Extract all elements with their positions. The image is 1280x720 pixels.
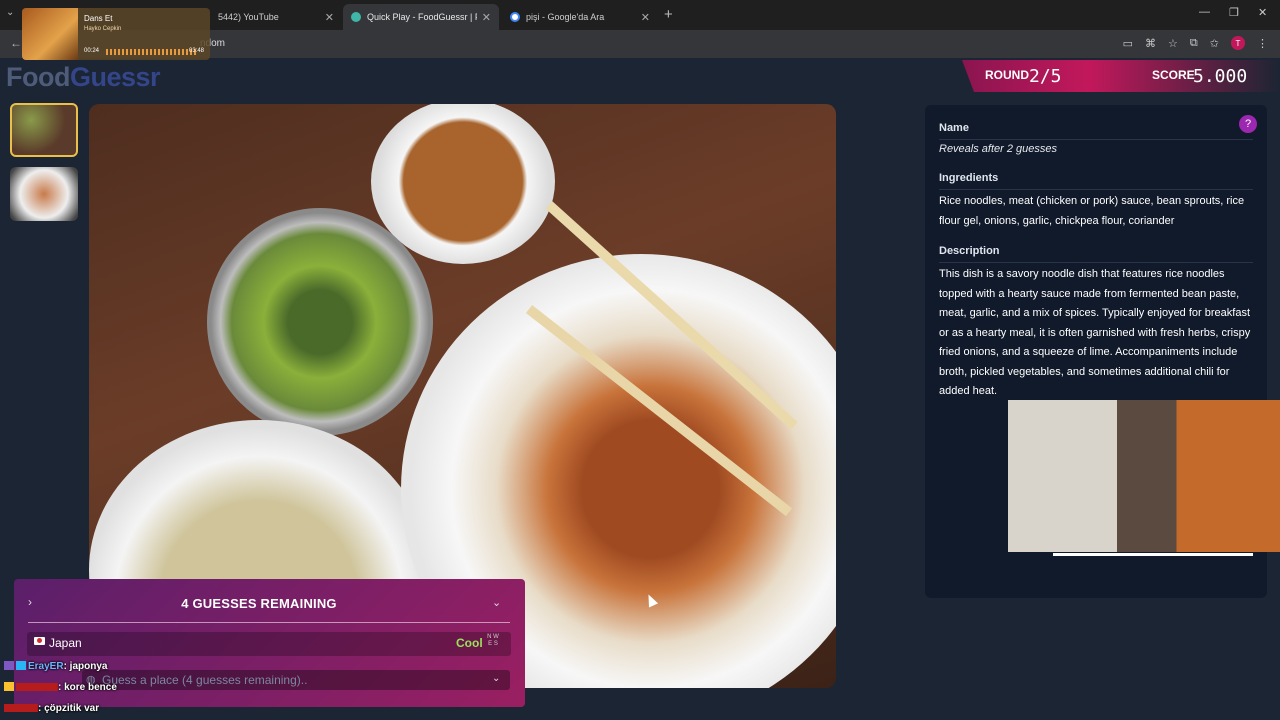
back-arrow-icon[interactable]: ← [10,36,22,50]
guess-hint: Cool [456,636,483,650]
toolbar-icons: ▭ ⌘ ☆ ⧉ ✩ T ⋮ [1123,36,1268,50]
chat-username: ErayER [28,661,64,672]
logo-part-food: Food [6,62,70,92]
round-label: ROUND [985,68,1029,82]
round-value: 2/5 [1029,66,1062,87]
name-value: Reveals after 2 guesses [939,143,1058,155]
chat-message: ErayER: japonya [4,661,107,672]
description-text: This dish is a savory noodle dish that f… [939,268,1251,397]
divider [28,622,510,623]
music-overlay: Dans Et Hayko Cepkin 00:24 03:48 [22,8,210,60]
extensions-icon[interactable]: ⧉ [1190,37,1198,50]
song-title: Dans Et [84,14,113,23]
chat-text: : kore bence [58,682,117,693]
bookmark-star-icon[interactable]: ☆ [1168,37,1178,50]
album-art [22,8,78,60]
close-icon[interactable]: ✕ [641,11,650,24]
score-value: 5.000 [1193,66,1248,87]
window-close-icon[interactable]: ✕ [1258,6,1267,19]
install-app-icon[interactable]: ▭ [1123,37,1133,50]
tab-label: Quick Play - FoodGuessr | Food [367,12,477,22]
chat-badge-icon [4,661,14,670]
webcam-bar [1053,553,1253,556]
tab-youtube[interactable]: 5442) YouTube ✕ [210,4,342,30]
compass-icon: N W E S [487,634,499,647]
name-heading: Name [939,122,969,134]
divider [939,262,1253,263]
translate-icon[interactable]: ⌘ [1145,37,1156,50]
elapsed-time: 00:24 [84,48,100,54]
divider [939,189,1253,190]
pickles-bowl [207,208,433,436]
ingredients-heading: Ingredients [939,172,999,184]
japan-flag-icon [34,637,45,645]
tab-search-icon[interactable]: ⌄ [6,7,14,18]
tab-label: 5442) YouTube [218,12,279,22]
duration-time: 03:48 [188,48,204,54]
song-artist: Hayko Cepkin [84,26,122,32]
foodguessr-favicon-icon [351,12,361,22]
logo-part-guessr: Guessr [69,62,161,92]
tab-google[interactable]: pişi - Google'da Ara ✕ [502,4,658,30]
menu-dots-icon[interactable]: ⋮ [1257,37,1268,50]
description-heading: Description [939,245,1000,257]
chat-username-obscured [16,683,58,691]
foodguessr-logo: FoodGuessr [6,62,161,93]
tab-label: pişi - Google'da Ara [526,12,605,22]
favorites-icon[interactable]: ✩ [1210,37,1219,50]
new-tab-icon[interactable]: + [664,6,673,23]
chat-text: : çöpzitik var [38,703,100,714]
food-thumbnail-1[interactable] [10,103,78,157]
chat-message: : çöpzitik var [4,703,99,714]
chat-badge-icon [4,682,14,691]
guesses-remaining-title: 4 GUESSES REMAINING [181,596,337,611]
help-icon[interactable]: ? [1239,115,1257,133]
streamer-webcam [1008,400,1280,552]
score-label: SCORE [1152,68,1195,82]
close-icon[interactable]: ✕ [325,11,334,24]
guess-country: Japan [49,636,82,650]
ingredients-text: Rice noodles, meat (chicken or pork) sau… [939,195,1245,227]
chat-badge-icon [16,661,26,670]
chat-text: : japonya [63,661,108,672]
waveform [106,49,198,55]
tab-foodguessr[interactable]: Quick Play - FoodGuessr | Food ✕ [343,4,499,30]
guess-input[interactable] [82,670,510,690]
profile-avatar[interactable]: T [1231,36,1245,50]
minimize-icon[interactable]: — [1199,6,1210,18]
food-thumbnail-2[interactable] [10,167,78,221]
chevron-down-icon[interactable]: ⌄ [492,596,501,609]
chat-message: : kore bence [4,682,117,693]
close-icon[interactable]: ✕ [482,11,491,24]
chat-username-obscured [4,704,38,712]
guess-row [27,632,511,656]
dropdown-arrow-icon[interactable]: ⌄ [492,673,500,684]
restore-icon[interactable]: ❐ [1229,6,1239,19]
google-favicon-icon [510,12,520,22]
